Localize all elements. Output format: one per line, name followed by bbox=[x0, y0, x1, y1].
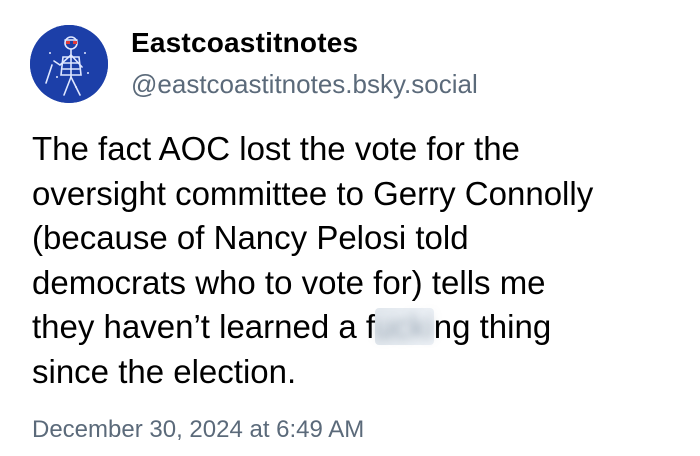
post-card: Eastcoastitnotes @eastcoastitnotes.bsky.… bbox=[0, 0, 700, 456]
profile-avatar-icon[interactable] bbox=[30, 25, 108, 103]
post-body: The fact AOC lost the vote for the overs… bbox=[32, 127, 682, 395]
author-handle[interactable]: @eastcoastitnotes.bsky.social bbox=[131, 69, 478, 100]
post-timestamp[interactable]: December 30, 2024 at 6:49 AM bbox=[32, 416, 364, 444]
blurred-word-fragment: ucki bbox=[375, 308, 434, 346]
author-display-name[interactable]: Eastcoastitnotes bbox=[131, 27, 358, 59]
